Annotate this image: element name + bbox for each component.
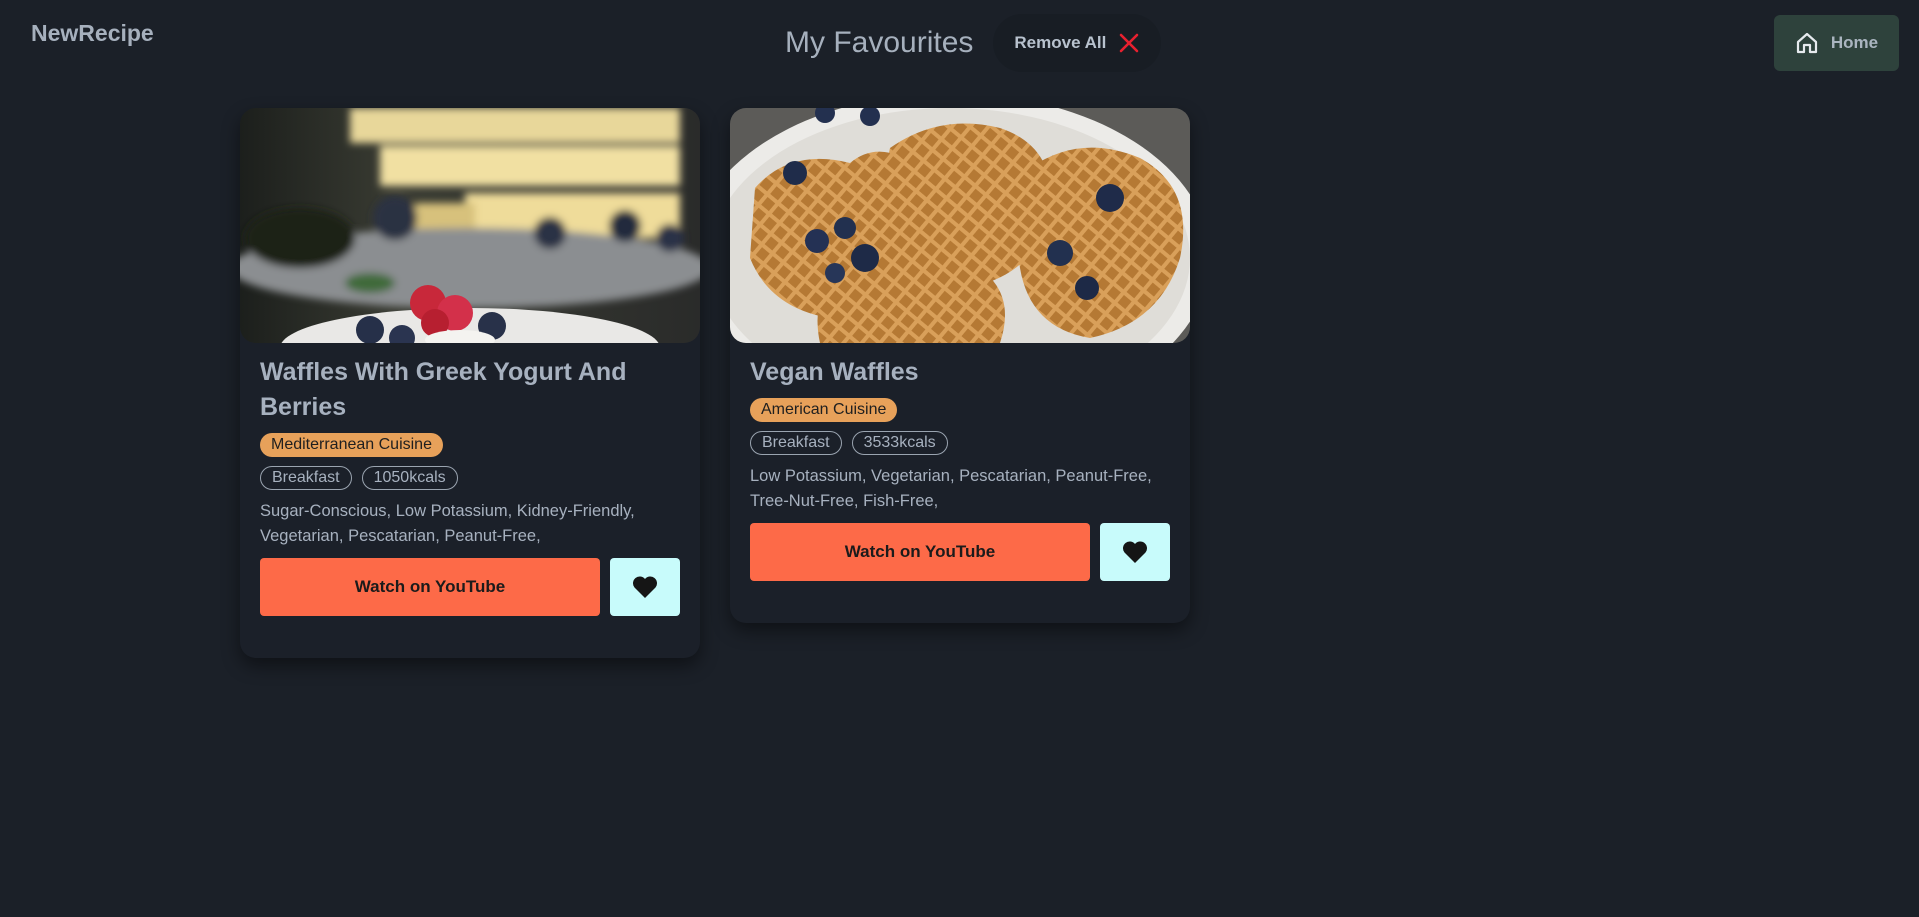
cuisine-badge: American Cuisine [750,398,898,422]
recipe-image [730,108,1190,343]
favourite-button[interactable] [610,558,680,616]
remove-all-button[interactable]: Remove All [993,14,1162,72]
favourite-button[interactable] [1100,523,1170,581]
recipe-title: Waffles With Greek Yogurt And Berries [260,358,627,421]
recipe-image [240,108,700,343]
recipe-card: Waffles With Greek Yogurt And Berries Me… [240,108,700,658]
watch-on-youtube-button[interactable]: Watch on YouTube [750,523,1090,581]
page-header: My Favourites Remove All [785,14,1162,72]
home-label: Home [1830,33,1879,52]
meal-type-tag: Breakfast [750,431,842,455]
watch-on-youtube-button[interactable]: Watch on YouTube [260,558,600,616]
close-icon [1119,33,1139,53]
health-labels: Low Potassium, Vegetarian, Pescatarian, … [750,467,1152,510]
health-labels: Sugar-Conscious, Low Potassium, Kidney-F… [260,502,635,545]
brand-logo[interactable]: NewRecipe [31,20,154,47]
home-icon [1795,31,1819,55]
cuisine-badge: Mediterranean Cuisine [260,433,443,457]
heart-icon [1122,540,1148,564]
recipe-title: Vegan Waffles [750,358,919,386]
meal-type-tag: Breakfast [260,466,352,490]
calories-tag: 3533kcals [851,431,948,455]
heart-icon [632,575,658,599]
calories-tag: 1050kcals [361,466,458,490]
remove-all-label: Remove All [1014,33,1107,52]
recipe-card: Vegan Waffles American Cuisine Breakfast… [730,108,1190,623]
page-title: My Favourites [785,26,974,59]
home-button[interactable]: Home [1774,15,1899,71]
